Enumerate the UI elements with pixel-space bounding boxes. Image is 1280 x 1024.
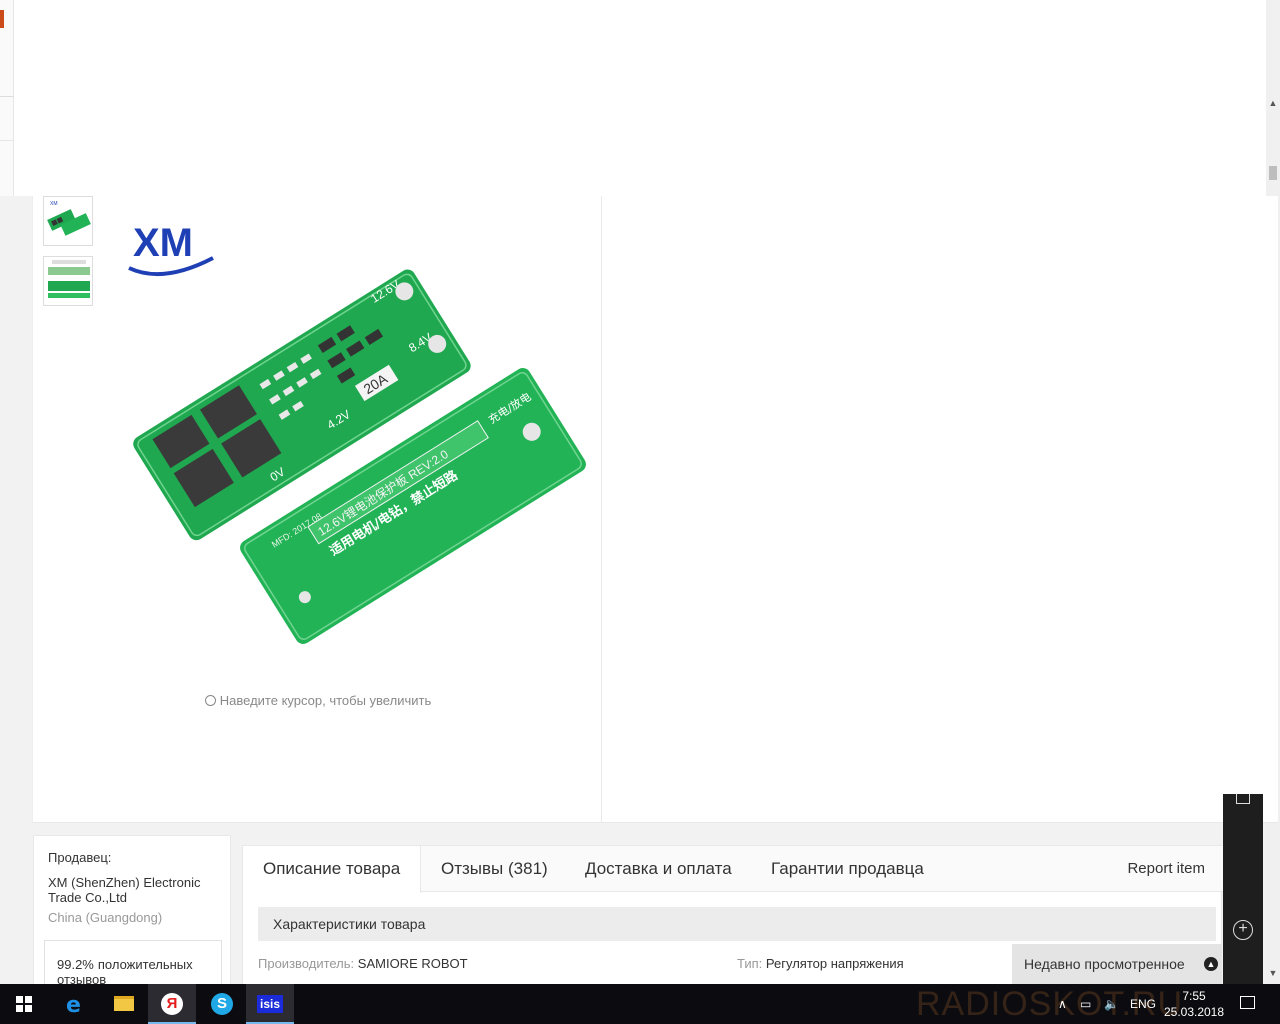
svg-text:XM: XM — [50, 201, 58, 207]
gallery-thumbnail[interactable] — [43, 256, 93, 306]
seller-name-link[interactable]: XM (ShenZhen) Electronic Trade Co.,Ltd — [48, 875, 224, 905]
gallery-thumbnail[interactable]: XM — [43, 196, 93, 246]
magnifier-icon — [204, 695, 216, 706]
zoom-hint: Наведите курсор, чтобы увеличить — [33, 693, 603, 708]
pcb-thumbnail-image: XM — [44, 197, 92, 245]
taskbar-isis[interactable]: isis — [246, 984, 294, 1024]
seller-card: Продавец: XM (ShenZhen) Electronic Trade… — [33, 835, 231, 990]
isis-icon: isis — [257, 995, 283, 1013]
specs-heading: Характеристики товара — [258, 907, 1216, 941]
taskbar-clock[interactable]: 7:55 25.03.2018 — [1162, 988, 1226, 1020]
folder-icon — [114, 996, 134, 1011]
spec-value: Регулятор напряжения — [765, 956, 904, 971]
skype-icon: S — [211, 993, 233, 1015]
seller-rating: 99.2% положительных отзывов — [57, 957, 217, 987]
yandex-browser-icon: Я — [161, 993, 183, 1015]
language-indicator[interactable]: ENG — [1130, 984, 1156, 1024]
product-photo[interactable]: XM 20A 12.6V 8.4V 4.2V 0V 12.6V锂电池保护板 RE… — [123, 206, 593, 646]
windows-taskbar: e Я S isis RADIOSKOT.RU ∧ ▭ 🔈 ENG 7:55 2… — [0, 984, 1280, 1024]
start-button[interactable] — [0, 984, 48, 1024]
clock-time: 7:55 — [1182, 989, 1206, 1003]
spec-manufacturer: Производитель: SAMIORE ROBOT — [258, 956, 468, 971]
spec-key: Производитель: — [258, 956, 355, 971]
notifications-icon[interactable] — [1240, 996, 1255, 1009]
seller-location: China (Guangdong) — [48, 910, 163, 925]
list-icon[interactable] — [1236, 794, 1250, 804]
tab-reviews[interactable]: Отзывы (381) — [441, 846, 548, 892]
left-edge-strip — [0, 0, 14, 196]
spec-key: Тип: — [737, 956, 763, 971]
rating-value: 99.2% — [57, 957, 94, 972]
product-gallery: XM XM 20A 12.6V 8.4V 4.2V 0V 12.6V锂电池保护板… — [32, 196, 602, 823]
tab-bar: Описание товара Отзывы (381) Доставка и … — [243, 846, 1223, 893]
blank-overlay — [14, 0, 1266, 196]
wiring-thumbnail-image — [44, 257, 92, 305]
clock-date: 25.03.2018 — [1163, 1005, 1225, 1019]
tab-shipping[interactable]: Доставка и оплата — [585, 846, 732, 892]
brand-logo-text: XM — [133, 221, 193, 265]
scroll-thumb[interactable] — [1269, 166, 1277, 180]
plus-icon[interactable]: + — [1233, 920, 1253, 940]
recently-viewed-toggle[interactable]: Недавно просмотренное ▲ — [1012, 944, 1222, 984]
tab-description[interactable]: Описание товара — [243, 846, 422, 893]
zoom-hint-text: Наведите курсор, чтобы увеличить — [219, 693, 432, 708]
volume-icon[interactable]: 🔈 — [1104, 984, 1119, 1024]
brand-logo: XM — [128, 221, 214, 277]
report-item-link[interactable]: Report item — [1127, 846, 1205, 892]
tab-guarantees[interactable]: Гарантии продавца — [771, 846, 924, 892]
scroll-down-icon[interactable]: ▼ — [1268, 968, 1278, 978]
spec-value: SAMIORE ROBOT — [357, 956, 468, 971]
edge-icon: e — [66, 993, 81, 1018]
recently-viewed-label: Недавно просмотренное — [1024, 956, 1185, 972]
seller-label: Продавец: — [48, 850, 112, 865]
taskbar-explorer[interactable] — [100, 984, 148, 1024]
divider — [0, 96, 14, 97]
windows-logo-icon — [16, 996, 32, 1012]
page: ▲ ▼ XM XM 20A 12.6V 8.4V 4.2V 0V 12.6V锂电… — [0, 0, 1280, 1024]
side-toolbar: + — [1223, 794, 1263, 984]
chevron-up-icon: ▲ — [1204, 957, 1218, 971]
spec-type: Тип: Регулятор напряжения — [737, 956, 904, 971]
scroll-up-icon[interactable]: ▲ — [1268, 98, 1278, 108]
network-icon[interactable]: ▭ — [1080, 984, 1091, 1024]
taskbar-edge[interactable]: e — [52, 984, 100, 1024]
chevron-up-icon[interactable]: ∧ — [1058, 984, 1067, 1024]
taskbar-yandex[interactable]: Я — [148, 984, 196, 1024]
divider — [0, 140, 14, 141]
site-logo-fragment — [0, 10, 4, 28]
seller-rating-box: 99.2% положительных отзывов — [44, 940, 222, 990]
taskbar-skype[interactable]: S — [198, 984, 246, 1024]
product-info-area — [602, 196, 1278, 823]
